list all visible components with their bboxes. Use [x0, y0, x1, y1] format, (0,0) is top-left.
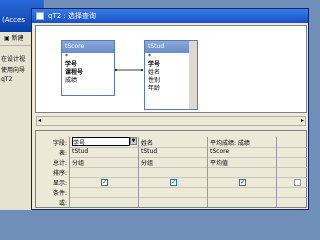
grid-line	[69, 157, 307, 158]
total-cell-col1[interactable]: 分组	[72, 158, 84, 167]
table-cell-col1[interactable]: tStud	[72, 148, 88, 155]
scroll-right-icon[interactable]: ▸	[301, 117, 304, 124]
field-list-item[interactable]: 课程号	[65, 69, 114, 77]
new-button-label: 新建	[11, 35, 24, 42]
grid-line	[69, 167, 307, 168]
total-cell-col3[interactable]: 平均值	[210, 158, 228, 167]
object-item-design-view[interactable]: 在设计视	[1, 54, 25, 63]
table-cell-col3[interactable]: tScore	[210, 148, 229, 155]
show-checkbox-col2[interactable]: ✓	[170, 179, 177, 186]
show-checkbox-col1[interactable]: ✓	[101, 179, 108, 186]
field-cell-value: 学号	[73, 140, 86, 146]
show-checkbox-col3[interactable]: ✓	[239, 179, 246, 186]
chevron-down-icon[interactable]: ▼	[130, 137, 137, 145]
row-label-criteria: 条件:	[52, 190, 67, 197]
query-window-icon	[36, 12, 44, 20]
new-icon: ▣	[4, 35, 10, 42]
table-tscore[interactable]: tScore * 学号 课程号 成绩	[61, 40, 115, 96]
column-separator	[207, 137, 208, 207]
total-cell-col2[interactable]: 分组	[141, 158, 153, 167]
join-line	[115, 69, 143, 71]
row-label-table: 表:	[58, 150, 67, 157]
field-list-item[interactable]: 学号	[65, 61, 114, 69]
field-cell-col1[interactable]: 学号	[72, 137, 130, 146]
field-list-item[interactable]: *	[65, 53, 114, 61]
grid-line	[69, 147, 307, 148]
field-list-item[interactable]: 成绩	[65, 77, 114, 85]
query-design-window: qT2 : 选择查询 tScore * 学号 课程号 成绩 tStud * 学号…	[31, 8, 309, 210]
pane-horizontal-scrollbar[interactable]: ◂ ▸	[36, 116, 306, 126]
table-pane: tScore * 学号 课程号 成绩 tStud * 学号 姓名 性别 年龄	[35, 25, 307, 113]
row-label-total: 总计:	[52, 160, 67, 167]
table-tstud[interactable]: tStud * 学号 姓名 性别 年龄	[144, 40, 198, 110]
table-cell-col2[interactable]: tStud	[141, 148, 157, 155]
scroll-left-icon[interactable]: ◂	[38, 117, 41, 124]
field-cell-col2[interactable]: 姓名	[141, 138, 153, 147]
query-title: qT2 : 选择查询	[48, 12, 96, 20]
column-separator	[138, 137, 139, 207]
column-separator	[69, 137, 70, 207]
grid-line	[69, 187, 307, 188]
row-label-show: 显示:	[52, 180, 67, 187]
row-label-field: 字段:	[52, 140, 67, 147]
column-separator	[276, 137, 277, 207]
row-label-or: 或:	[58, 200, 67, 207]
design-grid: 字段: 表: 总计: 排序: 显示: 条件: 或: 学号 ▼ tStud 分组 …	[35, 130, 307, 208]
object-item-qt2[interactable]: qT2	[1, 76, 12, 83]
table-scrollbar[interactable]	[189, 41, 197, 109]
field-cell-col3[interactable]: 平均成绩: 成绩	[210, 138, 274, 147]
show-checkbox-col4[interactable]	[294, 179, 301, 186]
query-window-titlebar[interactable]: qT2 : 选择查询	[32, 9, 308, 23]
grid-line	[69, 197, 307, 198]
table-tscore-title[interactable]: tScore	[62, 41, 114, 53]
row-label-sort: 排序:	[52, 170, 67, 177]
object-item-wizard[interactable]: 使用向导	[1, 65, 25, 74]
